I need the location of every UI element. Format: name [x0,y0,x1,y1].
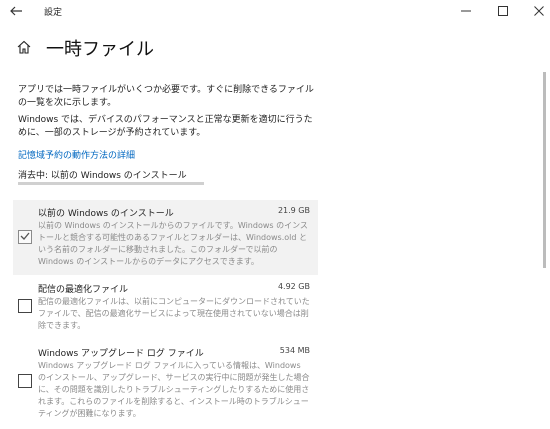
intro-text-1: アプリでは一時ファイルがいくつか必要です。すぐに削除できるファイルの一覧を次に示… [18,85,314,108]
home-icon[interactable] [16,39,32,55]
list-item-upgrade-logs: Windows アップグレード ログ ファイル 534 MB Windows ア… [13,340,318,426]
item-description: Windows アップグレード ログ ファイルに入っている情報は、Windows… [38,361,310,418]
item-size: 534 MB [279,346,310,355]
item-title: 以前の Windows のインストール [38,209,174,219]
item-title: 配信の最適化ファイル [38,285,129,295]
item-description: 以前の Windows のインストールからのファイルです。Windows のイン… [38,221,308,266]
storage-reserve-link[interactable]: 記憶域予約の動作方法の詳細 [18,148,135,161]
list-item-delivery-optimization: 配信の最適化ファイル 4.92 GB 配信の最適化ファイルは、以前にコンピュータ… [13,276,318,336]
item-size: 4.92 GB [277,282,310,291]
minimize-icon[interactable] [458,3,474,19]
checkbox-previous-windows[interactable] [18,230,32,244]
page-title: 一時ファイル [46,39,154,60]
back-arrow-icon[interactable] [8,3,24,19]
cleanup-progress-bar [18,182,204,185]
checkmark-icon [20,232,30,240]
item-title: Windows アップグレード ログ ファイル [38,349,204,359]
intro-text-2: Windows では、デバイスのパフォーマンスと正常な更新を適切に行うために、一… [18,115,313,138]
maximize-icon[interactable] [495,3,511,19]
scrollbar[interactable] [543,72,546,268]
item-description: 配信の最適化ファイルは、以前にコンピューターにダウンロードされていたファイルで、… [38,297,310,330]
close-icon[interactable] [531,3,547,19]
checkbox-upgrade-logs[interactable] [18,374,32,388]
list-item-previous-windows: 以前の Windows のインストール 21.9 GB 以前の Windows … [13,200,318,275]
window-title: 設定 [44,8,63,18]
cleanup-status: 消去中: 以前の Windows のインストール [18,171,187,181]
item-size: 21.9 GB [277,206,310,215]
title-bar: 設定 [0,0,550,24]
checkbox-delivery-optimization[interactable] [18,299,32,313]
